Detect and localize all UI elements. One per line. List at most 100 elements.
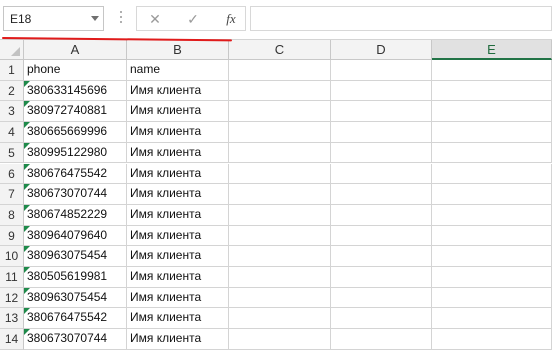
cell-e12[interactable]	[432, 287, 552, 309]
cell-b11[interactable]: Имя клиента	[127, 267, 229, 288]
row-header[interactable]: 1	[0, 60, 24, 81]
cell-e9[interactable]	[432, 225, 552, 247]
cell-d5[interactable]	[331, 142, 432, 164]
cell-b6[interactable]: Имя клиента	[127, 163, 229, 185]
error-indicator-icon	[24, 80, 30, 87]
cell-c11[interactable]	[229, 267, 331, 288]
cell-b1[interactable]: name	[127, 60, 229, 81]
cell-e5[interactable]	[432, 142, 552, 164]
cell-e8[interactable]	[432, 204, 552, 226]
cell-e4[interactable]	[432, 122, 552, 143]
cell-b12[interactable]: Имя клиента	[127, 287, 229, 309]
cell-c14[interactable]	[229, 329, 331, 350]
cell-e6[interactable]	[432, 163, 552, 185]
cell-c3[interactable]	[229, 101, 331, 123]
cell-d6[interactable]	[331, 163, 432, 185]
error-indicator-icon	[24, 204, 30, 211]
cell-a3[interactable]: 380972740881	[24, 101, 127, 123]
cell-c6[interactable]	[229, 163, 331, 185]
cell-a6[interactable]: 380676475542	[24, 163, 127, 185]
cell-a8[interactable]: 380674852229	[24, 204, 127, 226]
cell-b13[interactable]: Имя клиента	[127, 308, 229, 330]
name-box[interactable]: E18	[3, 6, 104, 31]
cell-d14[interactable]	[331, 329, 432, 350]
row-header[interactable]: 9	[0, 225, 24, 247]
cell-a9[interactable]: 380964079640	[24, 225, 127, 247]
cell-a11[interactable]: 380505619981	[24, 267, 127, 288]
cell-c2[interactable]	[229, 80, 331, 102]
cell-c10[interactable]	[229, 246, 331, 267]
cell-b14[interactable]: Имя клиента	[127, 329, 229, 350]
row-header[interactable]: 5	[0, 142, 24, 164]
cell-c5[interactable]	[229, 142, 331, 164]
column-header-c[interactable]: C	[229, 40, 331, 60]
cell-c1[interactable]	[229, 60, 331, 81]
cell-a10[interactable]: 380963075454	[24, 246, 127, 267]
cell-e3[interactable]	[432, 101, 552, 123]
row-header[interactable]: 14	[0, 329, 24, 350]
cell-b10[interactable]: Имя клиента	[127, 246, 229, 267]
cell-e13[interactable]	[432, 308, 552, 330]
formula-bar-grip-icon[interactable]	[120, 11, 123, 27]
chevron-down-icon[interactable]	[91, 16, 99, 21]
cell-a1[interactable]: phone	[24, 60, 127, 81]
cell-b2[interactable]: Имя клиента	[127, 80, 229, 102]
cell-d10[interactable]	[331, 246, 432, 267]
column-header-a[interactable]: A	[24, 40, 127, 60]
row-header[interactable]: 12	[0, 287, 24, 309]
cell-b7[interactable]: Имя клиента	[127, 184, 229, 205]
cell-d2[interactable]	[331, 80, 432, 102]
cell-d7[interactable]	[331, 184, 432, 205]
cell-d9[interactable]	[331, 225, 432, 247]
cell-b8[interactable]: Имя клиента	[127, 204, 229, 226]
cell-c8[interactable]	[229, 204, 331, 226]
cell-e1[interactable]	[432, 60, 552, 81]
cell-b5[interactable]: Имя клиента	[127, 142, 229, 164]
row-header[interactable]: 13	[0, 308, 24, 330]
row-header[interactable]: 8	[0, 204, 24, 226]
cell-c7[interactable]	[229, 184, 331, 205]
row-header[interactable]: 4	[0, 122, 24, 143]
cell-c9[interactable]	[229, 225, 331, 247]
cell-text: 380674852229	[27, 206, 108, 221]
cell-a2[interactable]: 380633145696	[24, 80, 127, 102]
enter-check-icon[interactable]: ✓	[183, 9, 203, 29]
column-header-e[interactable]: E	[432, 40, 552, 60]
row-header[interactable]: 6	[0, 163, 24, 185]
insert-function-icon[interactable]: fx	[221, 9, 241, 29]
cell-a5[interactable]: 380995122980	[24, 142, 127, 164]
cell-d11[interactable]	[331, 267, 432, 288]
cell-a13[interactable]: 380676475542	[24, 308, 127, 330]
cell-e10[interactable]	[432, 246, 552, 267]
cell-b3[interactable]: Имя клиента	[127, 101, 229, 123]
cell-c4[interactable]	[229, 122, 331, 143]
cell-a12[interactable]: 380963075454	[24, 287, 127, 309]
cell-d1[interactable]	[331, 60, 432, 81]
cell-b4[interactable]: Имя клиента	[127, 122, 229, 143]
select-all-button[interactable]	[0, 40, 24, 60]
cell-c12[interactable]	[229, 287, 331, 309]
formula-input[interactable]	[250, 6, 552, 31]
cell-a14[interactable]: 380673070744	[24, 329, 127, 350]
cell-d8[interactable]	[331, 204, 432, 226]
cell-d4[interactable]	[331, 122, 432, 143]
cell-a7[interactable]: 380673070744	[24, 184, 127, 205]
cancel-icon[interactable]: ✕	[145, 9, 165, 29]
cell-d3[interactable]	[331, 101, 432, 123]
cell-e2[interactable]	[432, 80, 552, 102]
cell-e7[interactable]	[432, 184, 552, 205]
column-header-b[interactable]: B	[127, 40, 229, 60]
row-header[interactable]: 7	[0, 184, 24, 205]
row-header[interactable]: 10	[0, 246, 24, 267]
cell-c13[interactable]	[229, 308, 331, 330]
row-header[interactable]: 3	[0, 101, 24, 123]
cell-b9[interactable]: Имя клиента	[127, 225, 229, 247]
cell-e14[interactable]	[432, 329, 552, 350]
cell-e11[interactable]	[432, 267, 552, 288]
row-header[interactable]: 2	[0, 80, 24, 102]
row-header[interactable]: 11	[0, 267, 24, 288]
cell-a4[interactable]: 380665669996	[24, 122, 127, 143]
cell-d12[interactable]	[331, 287, 432, 309]
cell-d13[interactable]	[331, 308, 432, 330]
column-header-d[interactable]: D	[331, 40, 432, 60]
